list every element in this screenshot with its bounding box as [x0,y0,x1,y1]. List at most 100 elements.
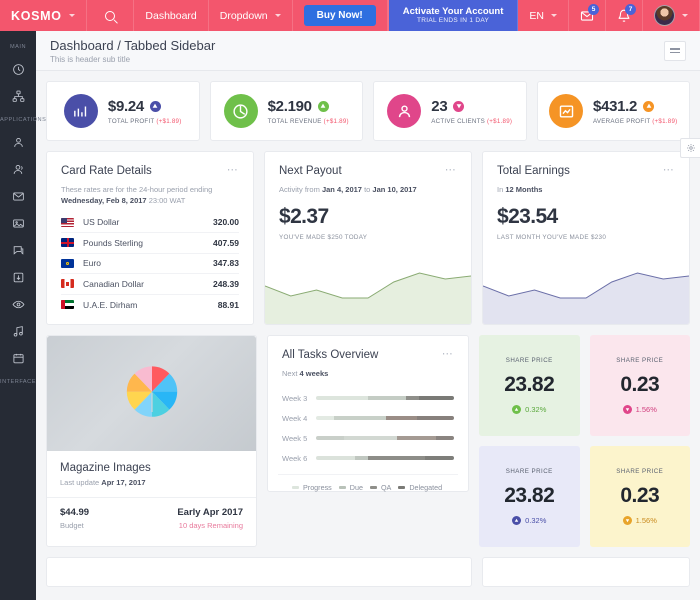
all-tasks-overview-panel: All Tasks Overview ⋯ Next 4 weeks Week 3 [267,335,469,492]
magazine-title: Magazine Images [60,462,151,474]
panel-subtitle: These rates are for the 24-hour period e… [47,184,253,207]
more-icon[interactable]: ⋯ [442,349,454,360]
currency-rate: 347.83 [213,258,239,269]
sidebar-item-calendar[interactable] [0,345,36,372]
week-label: Week 5 [282,433,308,443]
stat-icon-wrap [387,94,422,128]
activate-account-banner[interactable]: Activate Your Account TRIAL ENDS IN 1 DA… [388,0,519,31]
sidebar-item-mail[interactable] [0,183,36,210]
activity-to: Jan 10, 2017 [372,185,417,194]
bar-segment-delegated [416,416,454,421]
panel-header: Card Rate Details ⋯ [47,152,253,178]
deadline-label: 10 days Remaining [178,521,243,530]
table-row[interactable]: Canadian Dollar 248.39 [61,274,239,295]
rates-date: Wednesday, Feb 8, 2017 [61,196,147,206]
share-price-card-green[interactable]: SHARE PRICE 23.82 0.32% [479,335,580,436]
stat-card-total-revenue[interactable]: $2.190 TOTAL REVENUE (+$1.89) [209,81,363,141]
stat-card-average-profit[interactable]: $431.2 AVERAGE PROFIT (+$1.89) [536,81,690,141]
chevron-down-icon [68,14,75,17]
legend-label: Due [349,483,363,493]
sidebar-item-gallery[interactable] [0,210,36,237]
user-menu[interactable] [643,0,700,31]
sidebar-item-network[interactable] [0,83,36,110]
share-price-card-lavender[interactable]: SHARE PRICE 23.82 0.32% [479,446,580,547]
task-row[interactable]: Week 6 [282,448,454,468]
earnings-pre: In [497,185,504,194]
stat-label-wrap: TOTAL REVENUE (+$1.89) [268,118,349,125]
stat-label-wrap: AVERAGE PROFIT (+$1.89) [593,118,677,125]
hamburger-bar [670,48,680,50]
messages-badge: 5 [588,4,599,15]
flag-us-icon [61,217,74,227]
brand-logo[interactable]: KOSMO [0,0,87,31]
legend-item-delegated: Delegated [398,483,442,492]
sidebar-item-dashboard[interactable] [0,56,36,83]
more-icon[interactable]: ⋯ [445,165,457,176]
stat-text: $9.24 TOTAL PROFIT (+$1.89) [108,98,182,125]
table-row[interactable]: US Dollar 320.00 [61,213,239,233]
task-row[interactable]: Week 3 [282,388,454,408]
share-value: 0.23 [620,484,660,507]
currency-name: U.A.E. Dirham [83,299,138,310]
page-header: Dashboard / Tabbed Sidebar This is heade… [36,31,700,71]
nav-item-dashboard[interactable]: Dashboard [134,0,209,31]
buy-now-button[interactable]: Buy Now! [303,5,376,26]
sidebar-section-applications: APPLICATIONS [0,117,47,123]
share-label: SHARE PRICE [505,468,553,475]
earnings-note: LAST MONTH YOU'VE MADE $230 [497,234,607,242]
panel-subtitle: Next 4 weeks [268,368,468,379]
stat-cards-row: $9.24 TOTAL PROFIT (+$1.89) $2.190 TOTAL… [46,81,690,141]
messages-button[interactable]: 5 [569,0,606,31]
stat-label-wrap: TOTAL PROFIT (+$1.89) [108,118,182,125]
sidebar-item-chat[interactable] [0,237,36,264]
legend-label: QA [380,483,392,493]
settings-button[interactable] [680,138,700,158]
task-row[interactable]: Week 5 [282,428,454,448]
panel-title: All Tasks Overview [282,349,379,361]
panel-title: Next Payout [279,165,342,177]
nav-item-dropdown[interactable]: Dropdown [209,0,293,31]
share-label: SHARE PRICE [616,468,664,475]
stat-text: 23 ACTIVE CLIENTS (+$1.89) [431,98,512,125]
stat-card-total-profit[interactable]: $9.24 TOTAL PROFIT (+$1.89) [46,81,200,141]
avatar [654,5,675,26]
more-icon[interactable]: ⋯ [227,165,239,176]
share-price-card-pink[interactable]: SHARE PRICE 0.23 1.56% [589,335,690,436]
more-icon[interactable]: ⋯ [663,165,675,176]
hamburger-icon[interactable] [664,40,686,61]
sidebar-item-download[interactable] [0,264,36,291]
table-row[interactable]: Pounds Sterling 407.59 [61,233,239,254]
rates-period-text: These rates are for the 24-hour period e… [61,185,213,194]
stat-delta: (+$1.89) [652,117,678,125]
next-row-peek [46,557,690,587]
main-content: $9.24 TOTAL PROFIT (+$1.89) $2.190 TOTAL… [36,71,700,600]
sidebar-item-user[interactable] [0,129,36,156]
table-row[interactable]: U.A.E. Dirham 88.91 [61,295,239,316]
mail-icon [12,190,25,203]
sidebar-section-main: MAIN [10,44,26,50]
magazine-images-card[interactable]: Magazine Images Last update Apr 17, 2017… [46,335,257,547]
stat-icon-wrap [63,94,98,128]
share-pct: 1.56% [635,405,657,414]
stat-text: $431.2 AVERAGE PROFIT (+$1.89) [593,98,677,125]
language-selector[interactable]: EN [518,0,569,31]
task-row[interactable]: Week 4 [282,408,454,428]
table-row[interactable]: Euro 347.83 [61,254,239,274]
search-button[interactable] [87,0,135,31]
currency-rate: 407.59 [213,237,239,248]
chart-box-icon [559,104,573,118]
earnings-amount: $23.54 [497,205,558,229]
share-price-card-yellow[interactable]: SHARE PRICE 0.23 1.56% [589,446,690,547]
bar-segment-progress [316,456,355,461]
magazine-footer: $44.99 Budget Early Apr 2017 10 days Rem… [47,497,256,541]
sidebar-item-users[interactable] [0,156,36,183]
trend-up-icon [317,100,329,112]
earnings-area-chart [483,262,689,324]
stat-card-active-clients[interactable]: 23 ACTIVE CLIENTS (+$1.89) [373,81,527,141]
week-label: Week 6 [282,453,308,463]
image-icon [12,217,25,230]
notifications-button[interactable]: 7 [606,0,643,31]
sidebar-item-music[interactable] [0,318,36,345]
sidebar-item-eye[interactable] [0,291,36,318]
panel-title: Total Earnings [497,165,570,177]
